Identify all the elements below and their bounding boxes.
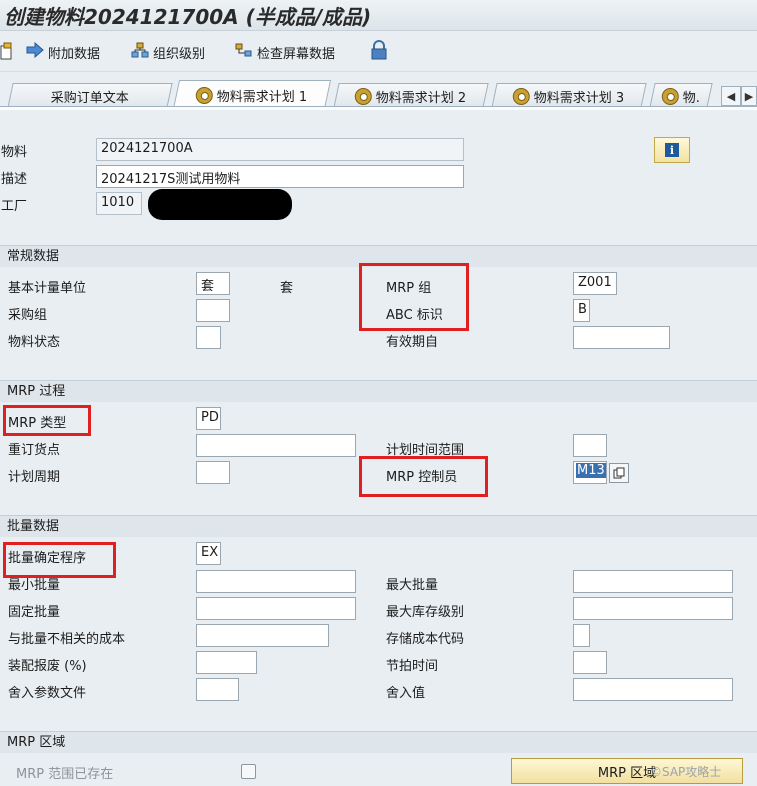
storage-cost-label: 存储成本代码 <box>386 632 465 647</box>
mrp-area-header: MRP 区域 <box>0 731 757 753</box>
material-status-label: 物料状态 <box>8 335 61 350</box>
max-lot-label: 最大批量 <box>386 578 439 593</box>
additional-data-button[interactable]: 附加数据 <box>26 41 100 62</box>
material-status-field[interactable] <box>196 326 221 349</box>
tab-scroll-left-icon[interactable]: ◀ <box>721 86 741 106</box>
mrp-group-field[interactable]: Z001 <box>573 272 617 295</box>
tab-mrp-3[interactable]: 物料需求计划 3 <box>491 83 647 108</box>
fixed-lot-field[interactable] <box>196 597 356 620</box>
planning-cycle-label: 计划周期 <box>8 470 61 485</box>
tab-scroll-right-icon[interactable]: ▶ <box>741 86 757 106</box>
mrp-tab-icon <box>196 86 214 104</box>
highlight-box <box>3 542 116 578</box>
mrp-controller-selection: M13 <box>576 463 606 478</box>
mrp-type-field[interactable]: PD <box>196 407 221 430</box>
value-help-icon[interactable] <box>609 463 629 483</box>
mrp-area-exists-checkbox[interactable] <box>241 764 256 779</box>
planning-cycle-field[interactable] <box>196 461 230 484</box>
max-stock-label: 最大库存级别 <box>386 605 465 620</box>
material-field[interactable]: 2024121700A <box>96 138 464 161</box>
reorder-point-field[interactable] <box>196 434 356 457</box>
rounding-profile-field[interactable] <box>196 678 239 701</box>
valid-from-field[interactable] <box>573 326 670 349</box>
plant-label: 工厂 <box>1 199 28 214</box>
arrow-right-icon <box>26 41 44 62</box>
mrp-tab-icon <box>355 87 373 105</box>
rounding-profile-label: 舍入参数文件 <box>8 686 87 701</box>
org-levels-button[interactable]: 组织级别 <box>131 42 205 62</box>
fixed-lot-label: 固定批量 <box>8 605 61 620</box>
base-uom-label: 基本计量单位 <box>8 281 87 296</box>
tab-mrp-2[interactable]: 物料需求计划 2 <box>333 83 489 108</box>
check-screen-data-button[interactable]: 检查屏幕数据 <box>235 42 335 62</box>
assembly-scrap-field[interactable] <box>196 651 257 674</box>
material-label: 物料 <box>1 145 28 160</box>
lot-independent-cost-field[interactable] <box>196 624 329 647</box>
min-lot-field[interactable] <box>196 570 356 593</box>
description-label: 描述 <box>1 172 28 187</box>
document-icon[interactable] <box>0 42 14 60</box>
takt-time-field[interactable] <box>573 651 607 674</box>
max-lot-field[interactable] <box>573 570 733 593</box>
base-uom-field[interactable]: 套 <box>196 272 230 295</box>
abc-indicator-field[interactable]: B <box>573 299 590 322</box>
mrp-tab-icon <box>661 87 679 105</box>
assembly-scrap-label: 装配报废 (%) <box>8 659 87 674</box>
base-uom-text: 套 <box>280 281 294 296</box>
reorder-point-label: 重订货点 <box>8 443 61 458</box>
rounding-value-field[interactable] <box>573 678 733 701</box>
lot-independent-cost-label: 与批量不相关的成本 <box>8 632 126 647</box>
rounding-value-label: 舍入值 <box>386 686 426 701</box>
purchasing-group-label: 采购组 <box>8 308 48 323</box>
lot-size-header: 批量数据 <box>0 515 757 537</box>
org-structure-icon <box>131 42 149 62</box>
info-icon: i <box>665 143 679 157</box>
tab-purchase-order-text[interactable]: 采购订单文本 <box>7 83 173 108</box>
lot-procedure-field[interactable]: EX <box>196 542 221 565</box>
mrp-area-exists-label: MRP 范围已存在 <box>16 767 114 782</box>
highlight-box <box>359 263 469 331</box>
max-stock-field[interactable] <box>573 597 733 620</box>
redaction-mark <box>148 189 292 220</box>
storage-cost-field[interactable] <box>573 624 590 647</box>
valid-from-label: 有效期自 <box>386 335 439 350</box>
watermark: ©SAP攻略士 <box>650 765 722 779</box>
highlight-box <box>3 405 91 436</box>
page-title: 创建物料2024121700A (半成品/成品) <box>4 5 372 29</box>
mrp-process-header: MRP 过程 <box>0 380 757 402</box>
plant-field[interactable]: 1010 <box>96 192 142 215</box>
title-bar: 创建物料2024121700A (半成品/成品) <box>0 0 757 31</box>
purchasing-group-field[interactable] <box>196 299 230 322</box>
mrp-tab-icon <box>513 87 531 105</box>
highlight-box <box>359 456 488 497</box>
tab-mrp-1[interactable]: 物料需求计划 1 <box>172 80 332 109</box>
tab-mrp-4[interactable]: 物. <box>649 83 713 108</box>
mrp-controller-field[interactable]: M13 <box>573 461 607 484</box>
info-button[interactable]: i <box>654 137 690 163</box>
check-structure-icon <box>235 42 253 62</box>
planning-horizon-field[interactable] <box>573 434 607 457</box>
takt-time-label: 节拍时间 <box>386 659 439 674</box>
description-field[interactable]: 20241217S测试用物料 <box>96 165 464 188</box>
lock-icon[interactable] <box>370 40 388 64</box>
